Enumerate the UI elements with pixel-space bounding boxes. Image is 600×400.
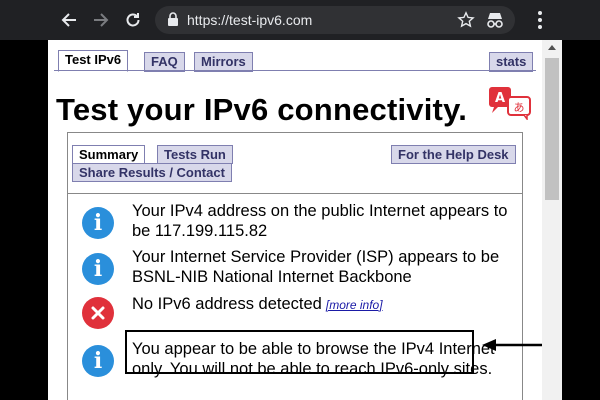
tab-mirrors[interactable]: Mirrors <box>194 52 253 72</box>
page-content: Test IPv6 FAQ Mirrors stats Test your IP… <box>48 40 542 400</box>
address-bar[interactable]: https://test-ipv6.com <box>155 6 515 34</box>
scroll-up-arrow-icon[interactable] <box>548 45 556 50</box>
panel-divider <box>68 193 522 194</box>
result-text: Your Internet Service Provider (ISP) app… <box>132 248 500 286</box>
url-text: https://test-ipv6.com <box>187 12 313 28</box>
annotation-highlight-box <box>125 330 474 374</box>
svg-text:あ: あ <box>514 101 525 114</box>
back-button[interactable] <box>57 8 81 32</box>
translate-icon[interactable]: A あ <box>488 86 534 120</box>
result-text: Your IPv4 address on the public Internet… <box>132 202 508 240</box>
result-text-row: No IPv6 address detected [more info] <box>132 294 512 315</box>
back-arrow-icon <box>61 13 76 27</box>
svg-text:A: A <box>495 91 505 106</box>
tab-faq[interactable]: FAQ <box>144 52 185 72</box>
tab-share-results[interactable]: Share Results / Contact <box>72 163 232 182</box>
more-info-link[interactable]: [more info] <box>326 298 383 312</box>
tab-help-desk[interactable]: For the Help Desk <box>391 145 516 164</box>
tab-stats[interactable]: stats <box>489 52 534 72</box>
browser-toolbar: https://test-ipv6.com <box>0 0 600 40</box>
scrollbar-thumb[interactable] <box>545 58 559 200</box>
reload-button[interactable] <box>121 8 145 32</box>
left-margin <box>0 40 48 400</box>
reload-icon <box>126 13 140 27</box>
kebab-menu-icon[interactable] <box>528 8 552 32</box>
tab-test-ipv6[interactable]: Test IPv6 <box>58 50 129 72</box>
info-icon: i <box>82 253 114 285</box>
bookmark-star-icon[interactable] <box>457 11 475 29</box>
vertical-scrollbar[interactable] <box>542 40 562 400</box>
lock-icon[interactable] <box>167 12 179 27</box>
tabs-divider <box>54 70 536 71</box>
forward-arrow-icon <box>94 13 109 27</box>
tab-tests-run[interactable]: Tests Run <box>157 145 233 164</box>
right-margin <box>562 40 600 400</box>
error-icon <box>82 297 114 329</box>
page-title: Test your IPv6 connectivity. <box>56 92 468 127</box>
info-icon: i <box>82 345 114 377</box>
forward-button[interactable] <box>89 8 113 32</box>
annotation-arrow-icon <box>482 339 542 351</box>
incognito-icon[interactable] <box>485 11 505 29</box>
info-icon: i <box>82 207 114 239</box>
tab-summary[interactable]: Summary <box>72 145 146 164</box>
result-text: No IPv6 address detected <box>132 295 322 313</box>
